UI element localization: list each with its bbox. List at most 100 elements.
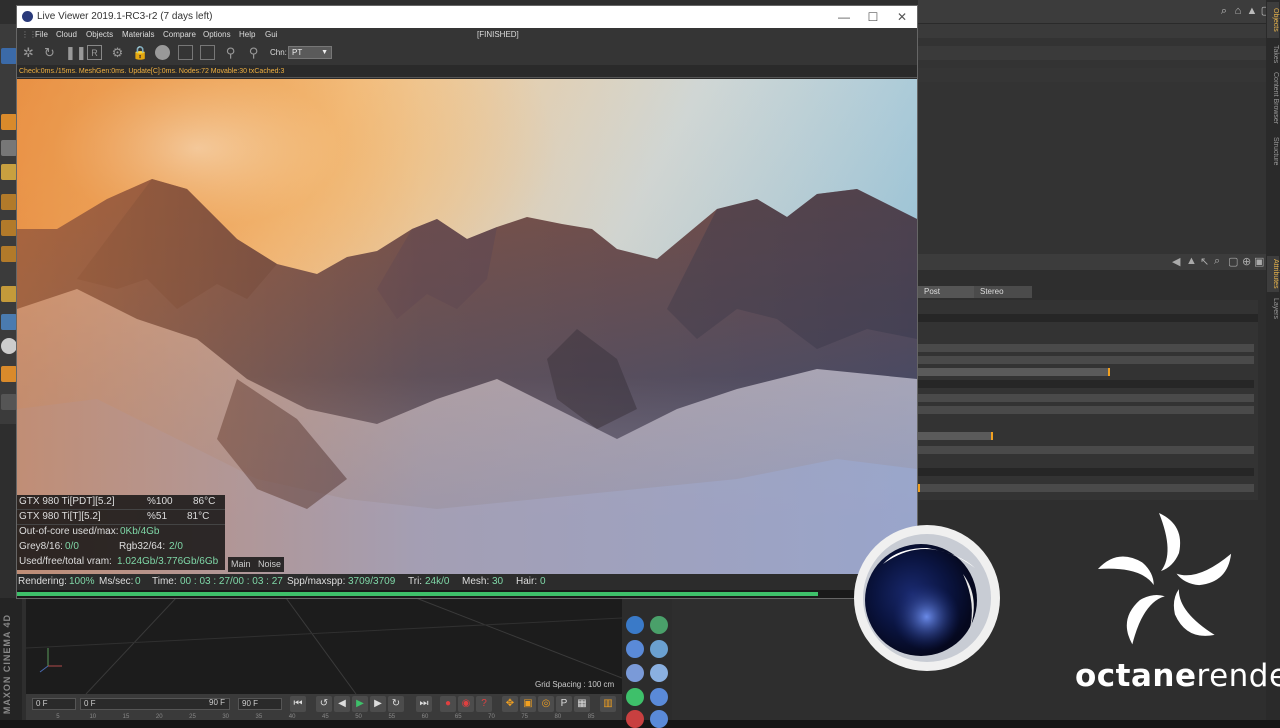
start-frame-field[interactable]: 0 F — [32, 698, 76, 710]
pin-icon[interactable]: ⚲ — [223, 45, 238, 60]
scale-key-icon[interactable]: ▣ — [520, 696, 536, 712]
snap-icon[interactable] — [1, 338, 17, 354]
frame-alt-icon[interactable] — [200, 45, 215, 60]
slider-handle[interactable] — [1108, 368, 1110, 376]
pointer-icon[interactable]: ↖ — [1200, 255, 1209, 268]
tab-noise[interactable]: Noise — [258, 559, 281, 569]
object-row[interactable] — [918, 46, 1266, 60]
timeline-window-icon[interactable]: ▥ — [600, 696, 616, 712]
menu-options[interactable]: Options — [203, 28, 231, 41]
up-arrow-icon[interactable]: ▲ — [1186, 255, 1197, 267]
settings-gear-icon[interactable]: ✲ — [21, 45, 36, 60]
light-icon[interactable] — [650, 640, 668, 658]
tab-objects[interactable]: Objects — [1267, 2, 1279, 38]
attr-row[interactable] — [918, 356, 1254, 364]
deformer-icon[interactable] — [1, 246, 17, 262]
menu-file[interactable]: File — [35, 28, 48, 41]
attr-row[interactable] — [918, 446, 1254, 454]
timeline-ruler[interactable]: 5 10 15 20 25 30 35 40 45 50 55 60 65 70 75 80 85 — [26, 714, 624, 720]
window-titlebar[interactable]: Live Viewer 2019.1-RC3-r2 (7 days left) … — [17, 6, 917, 28]
attr-row[interactable] — [918, 484, 1254, 492]
menu-icon[interactable]: ▣ — [1254, 255, 1264, 268]
attr-row[interactable] — [918, 344, 1254, 352]
camera-icon[interactable] — [1, 140, 17, 156]
menu-compare[interactable]: Compare — [163, 28, 196, 41]
tab-attributes[interactable]: Attributes — [1267, 256, 1279, 292]
pick-focus-icon[interactable]: ⚲ — [246, 45, 261, 60]
up-arrow-icon[interactable]: ▲ — [1246, 5, 1258, 17]
star-icon[interactable] — [626, 640, 644, 658]
scatter-icon[interactable] — [650, 688, 668, 706]
primitive-icon[interactable] — [1, 194, 17, 210]
end-frame-field[interactable]: 90 F — [238, 698, 282, 710]
cube-icon[interactable] — [1, 114, 17, 130]
autokey-icon[interactable]: ◉ — [458, 696, 474, 712]
menu-help[interactable]: Help — [239, 28, 255, 41]
maximize-button[interactable]: ☐ — [858, 6, 888, 28]
object-row[interactable] — [918, 24, 1266, 38]
channel-select[interactable]: PT ▼ — [288, 46, 332, 59]
attr-slider[interactable] — [918, 432, 992, 440]
lock-icon[interactable]: ▢ — [1228, 255, 1238, 268]
home-icon[interactable]: ⌂ — [1232, 5, 1244, 17]
region-render-icon[interactable]: R — [87, 45, 102, 60]
object-row[interactable] — [918, 68, 1266, 82]
play-icon[interactable]: ▶ — [352, 696, 368, 712]
lock-icon[interactable]: 🔒 — [132, 45, 148, 60]
step-back-icon[interactable]: ◀ — [334, 696, 350, 712]
attr-slider[interactable] — [918, 368, 1110, 376]
magnet-icon[interactable] — [1, 366, 17, 382]
restart-icon[interactable]: ↻ — [42, 45, 57, 60]
hand-icon[interactable] — [626, 664, 644, 682]
tab-stereo[interactable]: Stereo — [974, 286, 1032, 298]
axis-icon[interactable] — [1, 286, 17, 302]
go-end-icon[interactable]: ⏭ — [416, 696, 432, 712]
slider-handle[interactable] — [991, 432, 993, 440]
next-key-icon[interactable]: ↻ — [388, 696, 404, 712]
tab-post-processing[interactable]: Post processing — [918, 286, 974, 308]
render-image[interactable]: GTX 980 Ti[PDT][5.2] %100 86°C GTX 980 T… — [17, 79, 917, 574]
arrow-right-icon[interactable] — [626, 616, 644, 634]
texture-icon[interactable] — [1, 314, 17, 330]
back-arrow-icon[interactable]: ◀ — [1172, 255, 1180, 268]
tab-layers[interactable]: Layers — [1267, 296, 1279, 322]
fog-icon[interactable] — [650, 710, 668, 728]
close-button[interactable]: ✕ — [887, 6, 917, 28]
help-icon[interactable]: ? — [476, 696, 492, 712]
vdb-icon[interactable] — [626, 710, 644, 728]
checker-icon[interactable] — [1, 394, 17, 410]
param-key-icon[interactable]: P — [556, 696, 572, 712]
select-icon[interactable] — [1, 48, 17, 64]
menu-gui[interactable]: Gui — [265, 28, 277, 41]
go-start-icon[interactable]: ⏮ — [290, 696, 306, 712]
gear-icon[interactable]: ⚙ — [110, 45, 125, 60]
editor-viewport[interactable] — [26, 598, 622, 694]
step-forward-icon[interactable]: ▶ — [370, 696, 386, 712]
record-icon[interactable]: ● — [440, 696, 456, 712]
spline-icon[interactable] — [1, 164, 17, 180]
search-icon[interactable]: ⌕ — [1218, 5, 1230, 17]
pla-key-icon[interactable]: ▦ — [574, 696, 590, 712]
teapot-icon[interactable] — [650, 616, 668, 634]
new-icon[interactable]: ⊕ — [1242, 255, 1251, 268]
tab-main[interactable]: Main — [231, 559, 251, 569]
nodes-icon[interactable] — [626, 688, 644, 706]
nurbs-icon[interactable] — [1, 220, 17, 236]
attr-dropdown[interactable] — [918, 394, 1254, 402]
menu-materials[interactable]: Materials — [122, 28, 154, 41]
prev-key-icon[interactable]: ↺ — [316, 696, 332, 712]
minimize-button[interactable]: — — [829, 6, 859, 28]
rotate-key-icon[interactable]: ◎ — [538, 696, 554, 712]
tab-structure[interactable]: Structure — [1267, 132, 1279, 170]
search-icon[interactable]: ⌕ — [1214, 255, 1220, 268]
move-key-icon[interactable]: ✥ — [502, 696, 518, 712]
attr-dropdown[interactable] — [918, 406, 1254, 414]
tab-content-browser[interactable]: Content Browser — [1267, 70, 1279, 126]
slider-handle[interactable] — [918, 484, 920, 492]
sphere-icon[interactable] — [650, 664, 668, 682]
material-ball-icon[interactable] — [155, 45, 170, 60]
frame-icon[interactable] — [178, 45, 193, 60]
tab-takes[interactable]: Takes — [1267, 42, 1279, 66]
pause-icon[interactable]: ❚❚ — [65, 45, 87, 60]
menu-objects[interactable]: Objects — [86, 28, 113, 41]
